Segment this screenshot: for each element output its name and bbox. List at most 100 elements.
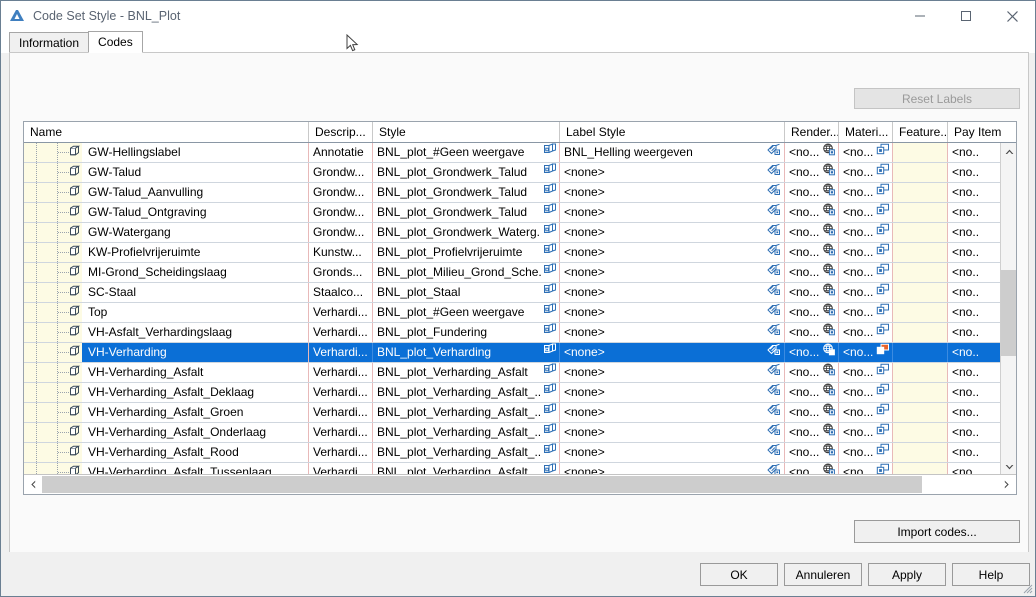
cell-label-style[interactable]: BNL_Helling weergeven [560, 143, 785, 162]
table-row[interactable]: GW-Talud_Aanvulling Grondw... BNL_plot_Gro… [24, 183, 1016, 203]
cell-feature[interactable] [893, 243, 948, 262]
render-picker-icon[interactable] [822, 163, 836, 182]
cell-style[interactable]: BNL_plot_Staal [373, 283, 560, 302]
cell-label-style[interactable]: <none> [560, 263, 785, 282]
label-style-picker-icon[interactable] [767, 263, 782, 282]
cell-style[interactable]: BNL_plot_Grondwerk_Talud [373, 203, 560, 222]
cell-style[interactable]: BNL_plot_Verharding_Asfalt_... [373, 383, 560, 402]
material-picker-icon[interactable] [876, 403, 890, 422]
cell-feature[interactable] [893, 323, 948, 342]
cell-feature[interactable] [893, 283, 948, 302]
horizontal-scroll-track[interactable] [922, 476, 998, 493]
cell-style[interactable]: BNL_plot_Verharding_Asfalt_... [373, 443, 560, 462]
grid-horizontal-scrollbar[interactable] [24, 474, 1016, 494]
cell-pay-item[interactable]: <no.. [948, 403, 1002, 422]
label-style-picker-icon[interactable] [767, 383, 782, 402]
cell-description[interactable]: Verhardi... [309, 383, 373, 402]
material-picker-icon[interactable] [876, 283, 890, 302]
cell-feature[interactable] [893, 203, 948, 222]
cell-material[interactable]: <no... [839, 323, 893, 342]
cell-pay-item[interactable]: <no.. [948, 383, 1002, 402]
render-picker-icon[interactable] [822, 183, 836, 202]
label-style-picker-icon[interactable] [767, 183, 782, 202]
help-button[interactable]: Help [952, 563, 1030, 586]
material-picker-icon[interactable] [876, 263, 890, 282]
cell-pay-item[interactable]: <no.. [948, 343, 1002, 362]
cell-name[interactable]: VH-Verharding_Asfalt_Rood [82, 443, 309, 462]
cell-name[interactable]: GW-Talud [82, 163, 309, 182]
cell-label-style[interactable]: <none> [560, 243, 785, 262]
material-picker-icon[interactable] [876, 203, 890, 222]
cell-name[interactable]: GW-Watergang [82, 223, 309, 242]
table-row[interactable]: VH-Verharding Verhardi... BNL_plot_Verhard… [24, 343, 1016, 363]
style-picker-icon[interactable] [543, 183, 557, 202]
cell-name[interactable]: VH-Asfalt_Verhardingslaag [82, 323, 309, 342]
cell-label-style[interactable]: <none> [560, 163, 785, 182]
render-picker-icon[interactable] [822, 403, 836, 422]
cell-name[interactable]: GW-Hellingslabel [82, 143, 309, 162]
cell-render[interactable]: <no... [785, 383, 839, 402]
cell-description[interactable]: Verhardi... [309, 343, 373, 362]
cell-material[interactable]: <no... [839, 363, 893, 382]
cell-material[interactable]: <no... [839, 383, 893, 402]
horizontal-scroll-thumb[interactable] [42, 476, 922, 493]
cell-label-style[interactable]: <none> [560, 303, 785, 322]
cancel-button[interactable]: Annuleren [784, 563, 862, 586]
cell-render[interactable]: <no... [785, 443, 839, 462]
style-picker-icon[interactable] [543, 143, 557, 162]
style-picker-icon[interactable] [543, 163, 557, 182]
cell-material[interactable]: <no... [839, 343, 893, 362]
table-row[interactable]: VH-Verharding_Asfalt Verhardi... BNL_plot_… [24, 363, 1016, 383]
reset-labels-button[interactable]: Reset Labels [854, 88, 1020, 109]
cell-description[interactable]: Annotatie [309, 143, 373, 162]
cell-feature[interactable] [893, 383, 948, 402]
cell-render[interactable]: <no... [785, 363, 839, 382]
column-header-feature[interactable]: Feature... [893, 122, 948, 142]
cell-style[interactable]: BNL_plot_#Geen weergave [373, 143, 560, 162]
table-row[interactable]: GW-Watergang Grondw... BNL_plot_Grondwerk_… [24, 223, 1016, 243]
cell-feature[interactable] [893, 183, 948, 202]
label-style-picker-icon[interactable] [767, 343, 782, 362]
cell-style[interactable]: BNL_plot_Verharding_Asfalt_... [373, 403, 560, 422]
cell-render[interactable]: <no... [785, 163, 839, 182]
cell-pay-item[interactable]: <no.. [948, 363, 1002, 382]
style-picker-icon[interactable] [543, 423, 557, 442]
table-row[interactable]: SC-Staal Staalco... BNL_plot_Staal <none> <n… [24, 283, 1016, 303]
cell-render[interactable]: <no... [785, 423, 839, 442]
cell-name[interactable]: KW-Profielvrijeruimte [82, 243, 309, 262]
cell-pay-item[interactable]: <no.. [948, 303, 1002, 322]
render-picker-icon[interactable] [822, 323, 836, 342]
cell-material[interactable]: <no... [839, 443, 893, 462]
cell-pay-item[interactable]: <no.. [948, 263, 1002, 282]
cell-name[interactable]: VH-Verharding_Asfalt_Groen [82, 403, 309, 422]
cell-style[interactable]: BNL_plot_Verharding [373, 343, 560, 362]
cell-feature[interactable] [893, 263, 948, 282]
render-picker-icon[interactable] [822, 143, 836, 162]
style-picker-icon[interactable] [543, 403, 557, 422]
cell-style[interactable]: BNL_plot_Verharding_Asfalt_... [373, 423, 560, 442]
cell-render[interactable]: <no... [785, 283, 839, 302]
cell-style[interactable]: BNL_plot_Fundering [373, 323, 560, 342]
cell-name[interactable]: VH-Verharding [82, 343, 309, 362]
material-picker-icon[interactable] [876, 383, 890, 402]
vertical-scroll-thumb[interactable] [1001, 270, 1016, 356]
cell-name[interactable]: VH-Verharding_Asfalt_Deklaag [82, 383, 309, 402]
render-picker-icon[interactable] [822, 383, 836, 402]
cell-material[interactable]: <no... [839, 183, 893, 202]
label-style-picker-icon[interactable] [767, 323, 782, 342]
tab-information[interactable]: Information [9, 32, 90, 53]
cell-name[interactable]: MI-Grond_Scheidingslaag [82, 263, 309, 282]
label-style-picker-icon[interactable] [767, 163, 782, 182]
cell-description[interactable]: Verhardi... [309, 303, 373, 322]
style-picker-icon[interactable] [543, 363, 557, 382]
cell-pay-item[interactable]: <no.. [948, 163, 1002, 182]
cell-label-style[interactable]: <none> [560, 183, 785, 202]
cell-label-style[interactable]: <none> [560, 283, 785, 302]
import-codes-button[interactable]: Import codes... [854, 520, 1020, 543]
cell-render[interactable]: <no... [785, 203, 839, 222]
cell-pay-item[interactable]: <no.. [948, 323, 1002, 342]
table-row[interactable]: VH-Asfalt_Verhardingslaag Verhardi... BNL_… [24, 323, 1016, 343]
cell-feature[interactable] [893, 363, 948, 382]
column-header-style[interactable]: Style [373, 122, 560, 142]
tab-codes[interactable]: Codes [88, 31, 143, 53]
